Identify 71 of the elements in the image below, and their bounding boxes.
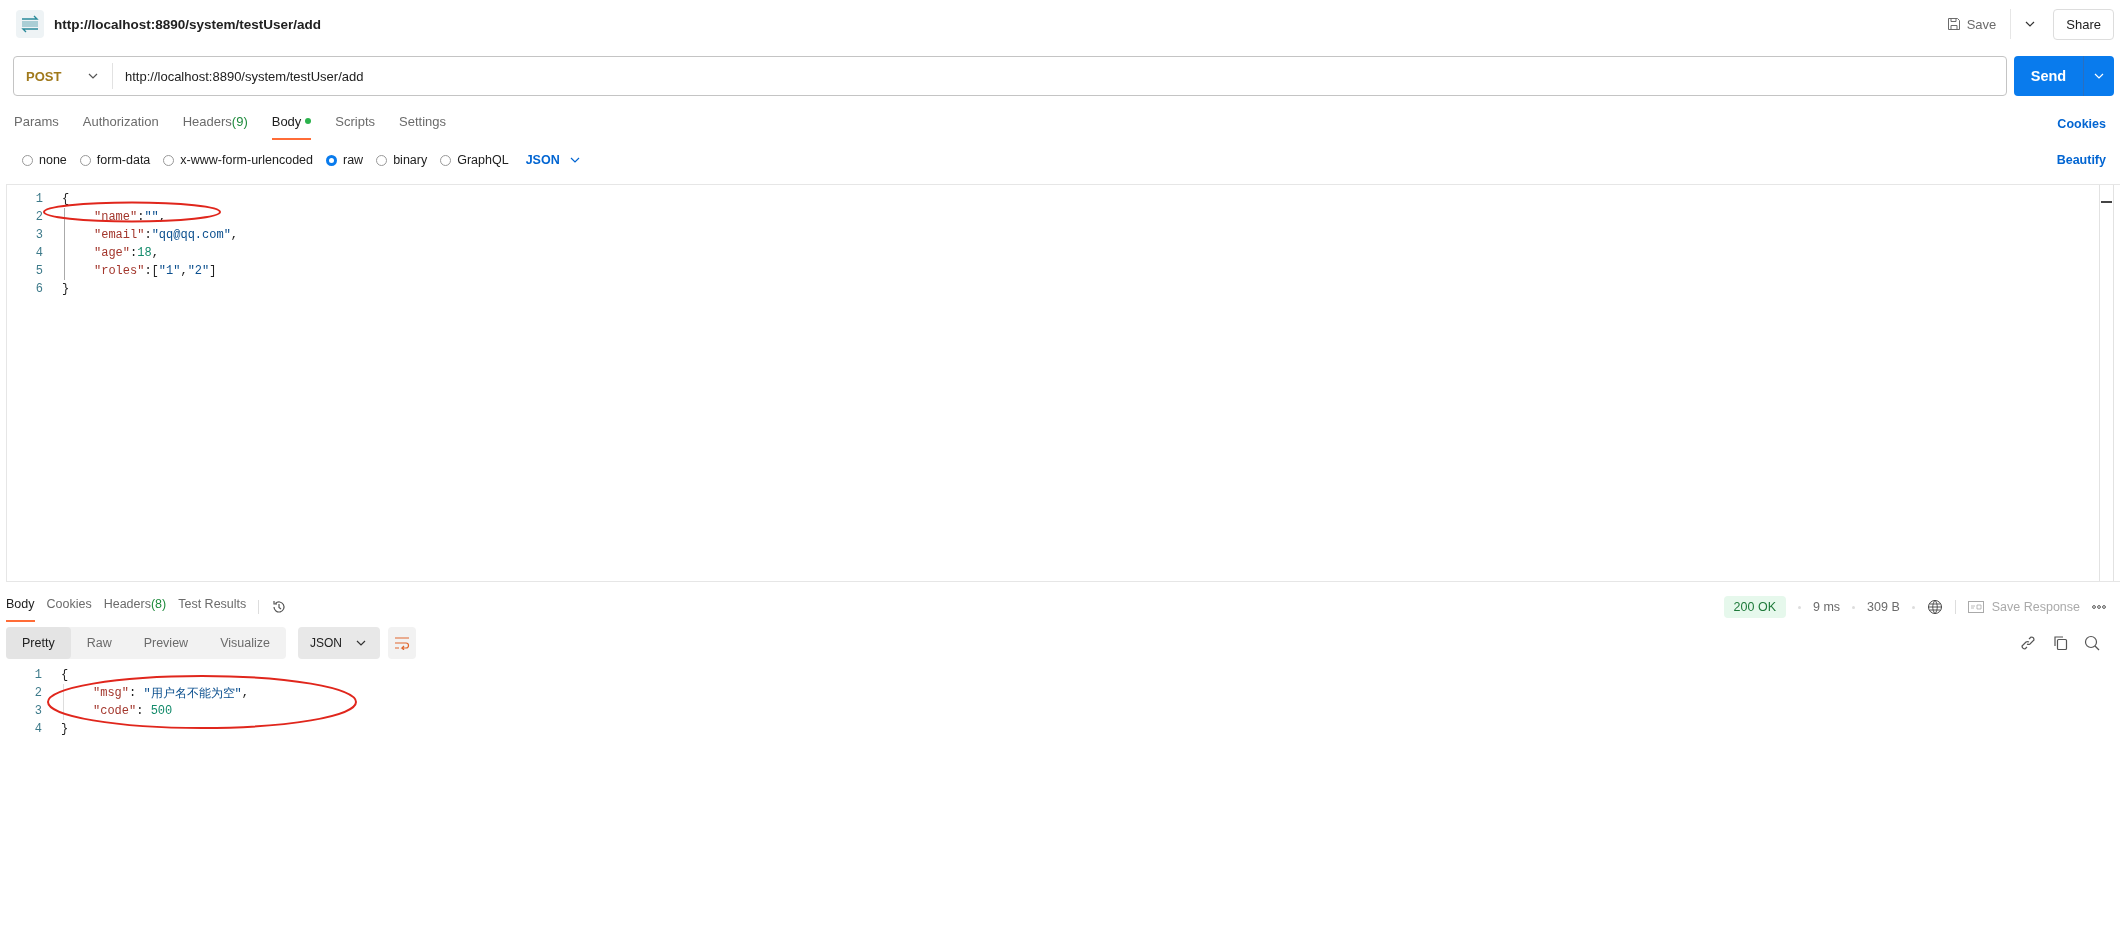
- history-icon[interactable]: [271, 599, 288, 615]
- code-line: "email":"qq@qq.com",: [64, 226, 239, 244]
- line-number: 3: [34, 228, 44, 242]
- response-size: 309 B: [1867, 600, 1900, 614]
- line-number: 1: [34, 192, 44, 206]
- line-number: 1: [33, 668, 43, 682]
- request-tab[interactable]: Params: [14, 108, 59, 140]
- code-line: "age":18,: [64, 244, 159, 262]
- response-time: 9 ms: [1812, 600, 1841, 614]
- request-tab[interactable]: Scripts: [335, 108, 376, 140]
- link-icon[interactable]: [2020, 635, 2036, 651]
- request-tab[interactable]: Body: [271, 108, 312, 140]
- line-number: 6: [34, 282, 44, 296]
- code-line: }: [61, 721, 69, 738]
- more-icon[interactable]: [2092, 605, 2106, 609]
- response-tab[interactable]: Body: [6, 592, 35, 622]
- request-tab[interactable]: Authorization: [82, 108, 159, 140]
- line-number: 2: [34, 210, 44, 224]
- code-line: {: [62, 191, 70, 208]
- send-button[interactable]: Send: [2014, 56, 2114, 96]
- beautify-link[interactable]: Beautify: [2056, 153, 2106, 167]
- response-tab[interactable]: Test Results: [178, 592, 247, 622]
- body-type-option[interactable]: x-www-form-urlencoded: [163, 153, 313, 167]
- body-type-option[interactable]: binary: [376, 153, 428, 167]
- body-type-option[interactable]: none: [22, 153, 67, 167]
- line-number: 2: [33, 686, 43, 700]
- code-line: }: [62, 281, 70, 298]
- url-bar[interactable]: POST http://localhost:8890/system/testUser/add: [13, 56, 2007, 96]
- view-mode-option[interactable]: Pretty: [6, 627, 71, 659]
- body-type-option[interactable]: GraphQL: [440, 153, 509, 167]
- line-number: 5: [34, 264, 44, 278]
- search-icon[interactable]: [2084, 635, 2100, 651]
- body-type-option[interactable]: raw: [326, 153, 364, 167]
- caret-icon: [88, 73, 98, 79]
- wrap-icon: [393, 636, 410, 650]
- response-format-dropdown[interactable]: JSON: [297, 627, 380, 659]
- code-line: {: [61, 667, 69, 684]
- status-badge: 200 OK: [1723, 596, 1786, 618]
- caret-icon: [569, 157, 580, 163]
- request-title: http://localhost:8890/system/testUser/add: [54, 16, 322, 32]
- save-icon: [1946, 17, 1961, 31]
- copy-icon[interactable]: [2052, 635, 2068, 651]
- save-button[interactable]: Save: [1940, 12, 2003, 36]
- code-line: "roles":["1","2"]: [64, 262, 217, 280]
- save-response-icon: [1967, 601, 1984, 613]
- caret-icon: [2094, 73, 2104, 79]
- wrap-lines-button[interactable]: [387, 627, 416, 659]
- request-tab[interactable]: Settings: [399, 108, 447, 140]
- radio-button[interactable]: [326, 154, 337, 166]
- http-icon: [16, 10, 44, 38]
- method-dropdown[interactable]: POST: [14, 57, 110, 95]
- response-tab[interactable]: Headers(8): [103, 592, 167, 622]
- scrollbar[interactable]: [2099, 185, 2114, 581]
- globe-icon[interactable]: [1926, 599, 1943, 615]
- code-line: "msg": "用户名不能为空",: [63, 684, 250, 702]
- view-mode-option[interactable]: Preview: [127, 627, 205, 659]
- request-tab[interactable]: Headers(9): [182, 108, 248, 140]
- body-type-option[interactable]: form-data: [79, 153, 151, 167]
- line-number: 4: [34, 246, 44, 260]
- format-dropdown[interactable]: JSON: [525, 153, 580, 167]
- cookies-link[interactable]: Cookies: [2057, 117, 2106, 131]
- share-button[interactable]: Share: [2053, 8, 2114, 40]
- caret-icon: [355, 640, 366, 646]
- url-input[interactable]: http://localhost:8890/system/testUser/add: [125, 68, 364, 84]
- caret-icon: [2025, 21, 2036, 27]
- code-line: "code": 500: [63, 702, 173, 720]
- line-number: 3: [33, 704, 43, 718]
- response-tab[interactable]: Cookies: [46, 592, 92, 622]
- view-mode-option[interactable]: Raw: [70, 627, 128, 659]
- view-mode-option[interactable]: Visualize: [204, 627, 286, 659]
- line-number: 4: [33, 722, 43, 736]
